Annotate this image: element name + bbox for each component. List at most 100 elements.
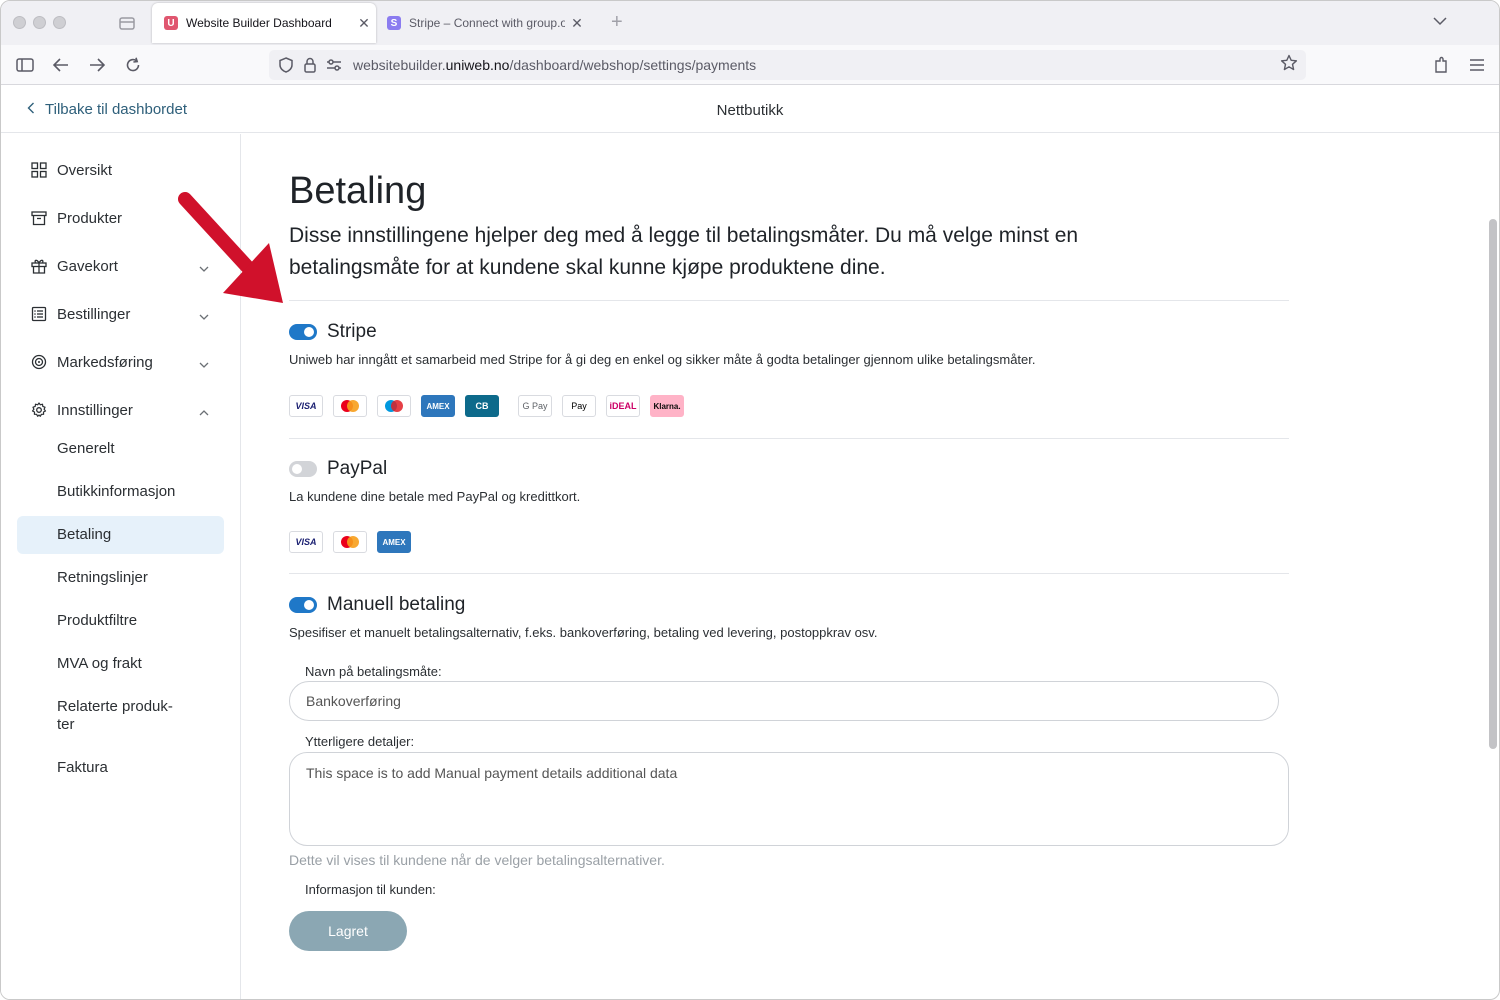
chevron-up-icon — [199, 403, 209, 420]
sidebar-subitem-produktfiltre[interactable]: Produktfiltre — [57, 612, 137, 629]
ideal-card-icon: iDEAL — [606, 395, 640, 417]
tab-website-builder[interactable]: U Website Builder Dashboard ✕ — [152, 3, 376, 43]
sidebar-item-innstillinger[interactable]: Innstillinger — [29, 397, 219, 423]
maestro-card-icon — [377, 395, 411, 417]
url-domain: uniweb.no — [445, 57, 510, 73]
archive-box-icon — [29, 208, 49, 228]
url-path: /dashboard/webshop/settings/payments — [509, 57, 757, 73]
manual-payment-toggle[interactable] — [289, 597, 317, 613]
tab-title: Website Builder Dashboard — [186, 16, 332, 30]
paypal-title: PayPal — [327, 458, 388, 479]
sidebar-subitem-relaterte-produkter[interactable]: Relaterte produk- ter — [57, 698, 173, 734]
sidebar-subitem-label-line1: Relaterte produk- — [57, 698, 173, 715]
tracking-protection-shield-icon[interactable] — [275, 54, 297, 76]
google-pay-icon: G Pay — [518, 395, 552, 417]
sidebar-subitem-retningslinjer[interactable]: Retningslinjer — [57, 569, 148, 586]
gift-icon — [29, 256, 49, 276]
page-description: Disse innstillingene hjelper deg med å l… — [289, 224, 1079, 279]
stripe-toggle[interactable] — [289, 324, 317, 340]
sidebar-subitem-betaling[interactable]: Betaling — [57, 526, 111, 543]
klarna-card-icon: Klarna. — [650, 395, 684, 417]
amex-card-icon: AMEX — [377, 531, 411, 553]
page-header-title: Nettbutikk — [716, 102, 784, 119]
app-header: Tilbake til dashbordet Nettbutikk — [1, 86, 1499, 133]
sidebar-item-label: Oversikt — [57, 161, 113, 179]
save-button[interactable]: Lagret — [289, 911, 407, 951]
permissions-sliders-icon[interactable] — [323, 54, 345, 76]
order-list-icon — [29, 304, 49, 324]
sidebar-subitem-label-line2: ter — [57, 716, 75, 733]
sidebar-subitem-butikkinformasjon[interactable]: Butikkinformasjon — [57, 483, 175, 500]
sidebar-item-gavekort[interactable]: Gavekort — [29, 253, 219, 279]
active-nav-highlight — [17, 516, 224, 554]
minimize-window-button[interactable] — [33, 16, 46, 29]
divider — [289, 573, 1289, 574]
browser-window: U Website Builder Dashboard ✕ S Stripe –… — [0, 0, 1500, 1000]
cb-card-icon: CB — [465, 395, 499, 417]
additional-details-label: Ytterligere detaljer: — [305, 734, 415, 749]
visa-card-icon: VISA — [289, 395, 323, 417]
details-hint-text: Dette vil vises til kundene når de velge… — [289, 852, 665, 868]
sidebar-item-label: Innstillinger — [57, 401, 133, 419]
visa-card-icon: VISA — [289, 531, 323, 553]
menu-hamburger-icon[interactable] — [1466, 54, 1488, 76]
chevron-down-icon — [199, 259, 209, 276]
payment-name-input[interactable]: Bankoverføring — [289, 681, 1279, 721]
sidebar-item-label: Bestillinger — [57, 305, 131, 323]
paypal-description: La kundene dine betale med PayPal og kre… — [289, 489, 581, 504]
amex-card-icon: AMEX — [421, 395, 455, 417]
sidebar-toggle-icon[interactable] — [14, 54, 36, 76]
tab-title: Stripe – Connect with group.one — [409, 16, 565, 30]
sidebar-item-produkter[interactable]: Produkter — [29, 205, 219, 231]
mastercard-card-icon — [333, 395, 367, 417]
bookmark-star-icon[interactable] — [1280, 54, 1298, 77]
close-window-button[interactable] — [13, 16, 26, 29]
forward-arrow-icon[interactable] — [86, 54, 108, 76]
divider — [289, 438, 1289, 439]
sidebar-item-bestillinger[interactable]: Bestillinger — [29, 301, 219, 327]
toggle-knob — [292, 464, 302, 474]
toggle-knob — [304, 600, 314, 610]
sidebar-subitem-faktura[interactable]: Faktura — [57, 759, 108, 776]
sidebar: Oversikt Produkter Gavekort Bestillinger — [1, 134, 241, 999]
sidebar-item-oversikt[interactable]: Oversikt — [29, 157, 219, 183]
address-bar[interactable]: websitebuilder.uniweb.no/dashboard/websh… — [269, 50, 1306, 80]
lock-icon[interactable] — [299, 54, 321, 76]
sidebar-item-label: Markedsføring — [57, 353, 153, 371]
stripe-title: Stripe — [327, 321, 377, 342]
paypal-toggle[interactable] — [289, 461, 317, 477]
tab-list-icon[interactable] — [117, 14, 137, 32]
sidebar-item-label: Produkter — [57, 209, 123, 227]
zoom-window-button[interactable] — [53, 16, 66, 29]
additional-details-textarea[interactable]: This space is to add Manual payment deta… — [289, 752, 1289, 846]
reload-icon[interactable] — [122, 54, 144, 76]
stripe-description: Uniweb har inngått et samarbeid med Stri… — [289, 352, 1036, 367]
sidebar-item-markedsforing[interactable]: Markedsføring — [29, 349, 219, 375]
chevron-down-icon — [199, 307, 209, 324]
payment-name-label: Navn på betalingsmåte: — [305, 664, 442, 679]
list-all-tabs-chevron-icon[interactable] — [1433, 13, 1447, 29]
navigation-bar: websitebuilder.uniweb.no/dashboard/websh… — [1, 45, 1499, 85]
close-tab-icon[interactable]: ✕ — [565, 15, 589, 32]
grid-icon — [29, 160, 49, 180]
manual-payment-title: Manuell betaling — [327, 594, 466, 615]
new-tab-plus-icon[interactable]: + — [611, 11, 623, 34]
extensions-icon[interactable] — [1430, 54, 1452, 76]
sidebar-subitem-mva-og-frakt[interactable]: MVA og frakt — [57, 655, 142, 672]
stripe-favicon-icon: S — [387, 16, 401, 30]
vertical-scrollbar[interactable] — [1489, 219, 1497, 749]
back-arrow-icon[interactable] — [50, 54, 72, 76]
mastercard-card-icon — [333, 531, 367, 553]
chevron-down-icon — [199, 355, 209, 372]
customer-info-label: Informasjon til kunden: — [305, 882, 436, 897]
uniweb-favicon-icon: U — [164, 16, 178, 30]
divider — [289, 300, 1289, 301]
main-content: Betaling Disse innstillingene hjelper de… — [242, 134, 1482, 999]
gear-icon — [29, 400, 49, 420]
sidebar-subitem-generelt[interactable]: Generelt — [57, 440, 115, 457]
close-tab-icon[interactable]: ✕ — [352, 15, 376, 32]
manual-payment-description: Spesifiser et manuelt betalingsalternati… — [289, 625, 878, 640]
apple-pay-icon: Pay — [562, 395, 596, 417]
sidebar-item-label: Gavekort — [57, 257, 118, 275]
tab-stripe-connect[interactable]: S Stripe – Connect with group.one ✕ — [379, 3, 589, 43]
